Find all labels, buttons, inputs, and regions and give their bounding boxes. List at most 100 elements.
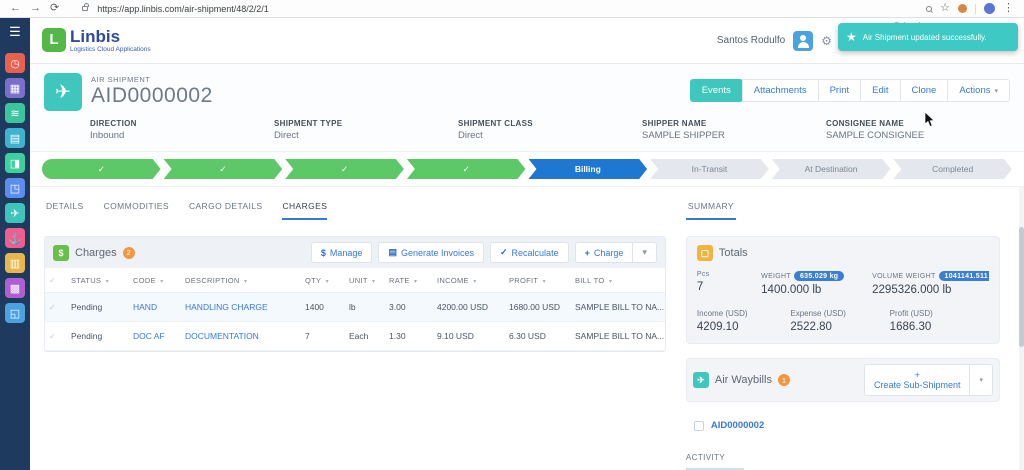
user-avatar[interactable] xyxy=(793,30,814,51)
tab-cargo-details[interactable]: CARGO DETAILS xyxy=(189,201,263,220)
browser-reload-icon[interactable]: ⟳ xyxy=(50,3,59,14)
filter-caret-icon[interactable]: ▾ xyxy=(244,279,247,285)
column-profit[interactable]: PROFIT ▾ xyxy=(505,268,571,293)
sidebar-item-air-shipments[interactable]: ✈ xyxy=(5,203,25,223)
column-label: UNIT xyxy=(349,275,368,285)
tab-charges[interactable]: CHARGES xyxy=(282,201,328,220)
charge-row-handling[interactable]: ✓ Pending HAND HANDLING CHARGE 1400 lb 3… xyxy=(45,292,665,322)
column-code[interactable]: CODE ▾ xyxy=(129,268,181,293)
filter-caret-icon[interactable]: ▾ xyxy=(106,279,109,285)
cell-code-link[interactable]: DOC AF xyxy=(129,321,181,351)
field-label: SHIPMENT TYPE xyxy=(274,119,343,128)
sidebar-item-trucking[interactable]: ◨ xyxy=(5,153,25,173)
progress-step-2[interactable]: ✓ xyxy=(164,159,283,179)
generate-invoices-label: Generate Invoices xyxy=(400,247,474,258)
sidebar-item-ocean-shipments[interactable]: ⚓ xyxy=(5,228,25,248)
sidebar-item-ground-shipments[interactable]: ▥ xyxy=(5,253,25,273)
filter-caret-icon[interactable]: ▾ xyxy=(326,279,329,285)
ssl-lock-icon xyxy=(82,3,89,11)
filter-caret-icon[interactable]: ▾ xyxy=(414,279,417,285)
extension-icon[interactable] xyxy=(958,4,967,13)
column-description[interactable]: DESCRIPTION ▾ xyxy=(181,268,301,293)
progress-step-4[interactable]: ✓ xyxy=(407,159,526,179)
browser-back-icon[interactable]: ← xyxy=(10,3,21,14)
cell-code-link[interactable]: HAND xyxy=(129,292,181,322)
app-header: L Linbis Logistics Cloud Applications Sa… xyxy=(30,18,1024,64)
attachments-button[interactable]: Attachments xyxy=(741,79,819,102)
browser-menu-icon[interactable]: ⋮ xyxy=(1003,3,1014,14)
cell-description-link[interactable]: HANDLING CHARGE xyxy=(181,292,301,322)
charge-dropdown-button[interactable]: ▾ xyxy=(632,242,657,263)
column-unit[interactable]: UNIT ▾ xyxy=(345,268,385,293)
progress-step-in-transit[interactable]: In-Transit xyxy=(650,159,769,179)
cell-unit: Each xyxy=(345,321,385,351)
filter-caret-icon[interactable]: ▾ xyxy=(473,279,476,285)
sidebar-item-warehouse[interactable]: ▩ xyxy=(5,278,25,298)
column-status[interactable]: STATUS ▾ xyxy=(67,268,129,293)
waybill-checkbox[interactable] xyxy=(693,420,704,431)
brand-tagline: Logistics Cloud Applications xyxy=(70,46,151,54)
settings-gear-icon[interactable]: ⚙ xyxy=(821,34,832,48)
volume-weight-value: 2295326.000 lb xyxy=(872,284,952,296)
totals-pcs: Pcs 7 xyxy=(697,271,761,296)
totals-volume-weight: VOLUME WEIGHT 1041141.511 2295326.000 lb xyxy=(872,271,989,296)
add-charge-button[interactable]: + Charge xyxy=(574,242,634,263)
expense-value: 2522.80 xyxy=(790,321,832,333)
print-button[interactable]: Print xyxy=(817,79,862,102)
column-income[interactable]: INCOME ▾ xyxy=(433,268,505,293)
browser-forward-icon[interactable]: → xyxy=(30,3,41,14)
progress-step-completed[interactable]: Completed xyxy=(893,159,1012,179)
select-all-column[interactable]: ✓ xyxy=(45,268,67,293)
column-rate[interactable]: RATE ▾ xyxy=(385,268,433,293)
filter-caret-icon[interactable]: ▾ xyxy=(543,279,546,285)
actions-dropdown-button[interactable]: Actions ▾ xyxy=(947,79,1010,102)
browser-profile-avatar[interactable] xyxy=(984,3,995,14)
sidebar-item-receipts[interactable]: ◱ xyxy=(5,303,25,323)
progress-step-1[interactable]: ✓ xyxy=(42,159,161,179)
sidebar-item-tracking[interactable]: ≋ xyxy=(5,103,25,123)
field-label: SHIPMENT CLASS xyxy=(458,119,533,128)
row-check-icon[interactable]: ✓ xyxy=(49,303,56,312)
progress-step-at-destination[interactable]: At Destination xyxy=(772,159,891,179)
scrollbar-thumb[interactable] xyxy=(1019,227,1024,347)
generate-invoices-button[interactable]: ▤ Generate Invoices xyxy=(378,242,484,263)
sidebar-item-packages[interactable]: ◳ xyxy=(5,178,25,198)
cell-description-link[interactable]: DOCUMENTATION xyxy=(181,321,301,351)
linbis-logo[interactable]: L Linbis Logistics Cloud Applications xyxy=(42,27,151,54)
charge-row-documentation[interactable]: ✓ Pending DOC AF DOCUMENTATION 7 Each 1.… xyxy=(45,321,665,351)
sidebar-item-dashboard[interactable]: ◷ xyxy=(5,53,25,73)
recalculate-button[interactable]: ✓ Recalculate xyxy=(490,242,569,263)
chevron-down-icon: ▾ xyxy=(642,247,647,257)
field-label: SHIPPER NAME xyxy=(642,119,707,128)
content-scrollbar[interactable] xyxy=(1019,187,1024,470)
charges-table: ✓ STATUS ▾ CODE ▾ DESCRIPTION ▾ QTY ▾ UN… xyxy=(45,268,665,351)
sidebar-item-reports[interactable]: ▦ xyxy=(5,78,25,98)
totals-weight: WEIGHT 635.029 kg 1400.000 lb xyxy=(761,271,872,296)
column-qty[interactable]: QTY ▾ xyxy=(301,268,345,293)
progress-step-billing[interactable]: Billing xyxy=(529,159,648,179)
row-check-icon[interactable]: ✓ xyxy=(49,332,56,341)
bookmark-star-icon[interactable]: ☆ xyxy=(940,3,950,14)
filter-caret-icon[interactable]: ▾ xyxy=(609,279,612,285)
tab-summary[interactable]: SUMMARY xyxy=(685,191,736,220)
progress-step-3[interactable]: ✓ xyxy=(285,159,404,179)
tab-details[interactable]: DETAILS xyxy=(46,201,84,220)
edit-button[interactable]: Edit xyxy=(860,79,901,102)
clone-button[interactable]: Clone xyxy=(899,79,949,102)
column-label: DESCRIPTION xyxy=(185,275,240,285)
check-icon: ✓ xyxy=(500,247,508,257)
sub-shipment-dropdown-button[interactable]: ▾ xyxy=(969,364,993,396)
create-sub-shipment-button[interactable]: + Create Sub-Shipment xyxy=(863,364,971,396)
address-bar[interactable]: https://app.linbis.com/air-shipment/48/2… xyxy=(97,4,269,14)
waybill-link[interactable]: AID0000002 xyxy=(711,420,764,431)
zoom-icon[interactable] xyxy=(926,5,933,12)
sidebar-item-inventory[interactable]: ▤ xyxy=(5,128,25,148)
filter-caret-icon[interactable]: ▾ xyxy=(372,279,375,285)
menu-hamburger-icon[interactable]: ☰ xyxy=(9,24,21,40)
column-bill-to[interactable]: BILL TO ▾ xyxy=(571,268,665,293)
tab-commodities[interactable]: COMMODITIES xyxy=(104,201,169,220)
page-title: AID0000002 xyxy=(91,84,213,107)
filter-caret-icon[interactable]: ▾ xyxy=(160,279,163,285)
events-button[interactable]: Events xyxy=(689,79,743,102)
manage-button[interactable]: $ Manage xyxy=(310,242,373,263)
